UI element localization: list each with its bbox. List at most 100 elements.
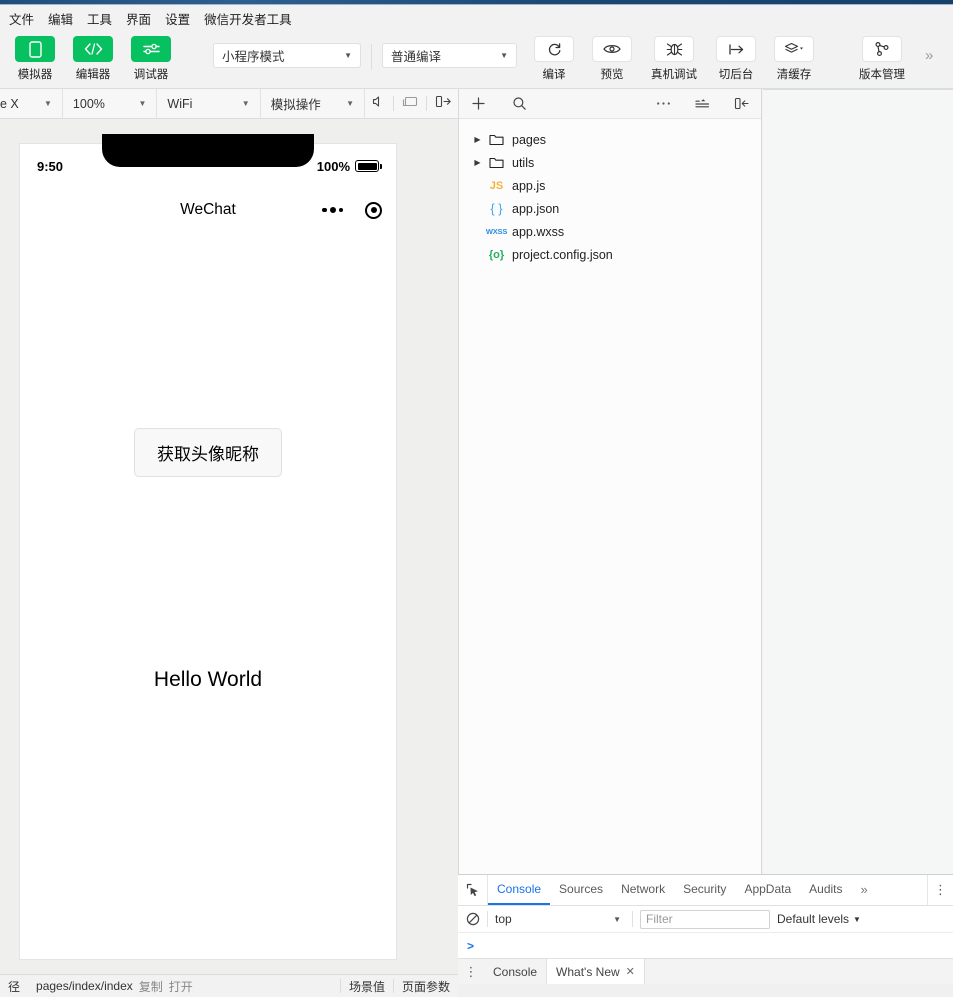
devtools-settings-kebab-icon[interactable]: ⋮ — [927, 875, 953, 905]
menu-item-interface[interactable]: 界面 — [119, 6, 158, 31]
devtools-footer — [458, 984, 953, 997]
more-menu-icon[interactable] — [322, 207, 343, 213]
bottom-status-bar: 径 pages/index/index 复制 打开 场景值 页面参数 — [0, 974, 458, 997]
code-icon — [73, 36, 113, 62]
menu-item-edit[interactable]: 编辑 — [41, 6, 80, 31]
toolbar-button-preview[interactable]: 预览 — [583, 36, 641, 82]
devtools-tab-network[interactable]: Network — [612, 875, 674, 905]
devtools-tabs-overflow-icon[interactable]: » — [852, 875, 877, 905]
file-tree-item-pages[interactable]: ▶ pages — [459, 128, 761, 151]
file-tree-item-label: utils — [512, 155, 535, 170]
drawer-tab-whats-new[interactable]: What's New ✕ — [547, 959, 645, 984]
file-tree-item-label: app.json — [512, 201, 560, 216]
page-params-button[interactable]: 页面参数 — [394, 978, 458, 995]
device-select[interactable]: e X ▼ — [0, 89, 63, 118]
network-select[interactable]: WiFi ▼ — [157, 89, 261, 118]
drawer-tab-console[interactable]: Console — [484, 959, 548, 984]
toolbar-button-version-control[interactable]: 版本管理 — [849, 36, 915, 82]
devtools-tab-security[interactable]: Security — [674, 875, 735, 905]
file-tree-panel: ▶ pages ▶ utils ▶ JS app.js ▶ { } — [458, 89, 762, 874]
editor-pane[interactable] — [763, 89, 953, 997]
file-tree-item-app-json[interactable]: ▶ { } app.json — [459, 197, 761, 220]
collapse-all-icon[interactable] — [695, 98, 710, 110]
toolbar-button-simulator[interactable]: 模拟器 — [6, 36, 64, 82]
devtools-panel: Console Sources Network Security AppData… — [458, 874, 953, 997]
collapse-panel-icon[interactable] — [435, 95, 451, 113]
phone-icon — [15, 36, 55, 62]
chevron-right-icon[interactable]: ▶ — [471, 135, 484, 144]
zoom-select[interactable]: 100% ▼ — [63, 89, 158, 118]
toolbar-divider — [371, 44, 372, 70]
console-filter-input[interactable]: Filter — [640, 909, 770, 929]
add-icon[interactable] — [471, 96, 486, 111]
toolbar-button-real-device-debug[interactable]: 真机调试 — [641, 36, 707, 82]
inspect-element-icon[interactable] — [458, 875, 488, 905]
drawer-kebab-icon[interactable]: ⋮ — [458, 959, 484, 984]
devtools-drawer-tabs: ⋮ Console What's New ✕ — [458, 958, 953, 984]
screen-icon[interactable] — [402, 95, 418, 113]
file-tree-list: ▶ pages ▶ utils ▶ JS app.js ▶ { } — [459, 119, 761, 266]
clear-console-icon[interactable] — [466, 912, 480, 926]
background-icon — [716, 36, 756, 62]
drawer-tab-label: What's New — [556, 964, 620, 979]
devtools-tab-appdata[interactable]: AppData — [735, 875, 800, 905]
phone-status-bar: 9:50 100% — [20, 134, 396, 188]
eye-icon — [592, 36, 632, 62]
file-tree-item-app-js[interactable]: ▶ JS app.js — [459, 174, 761, 197]
devtools-tab-console[interactable]: Console — [488, 875, 551, 905]
file-tree-item-project-config[interactable]: ▶ {o} project.config.json — [459, 243, 761, 266]
console-levels-value: Default levels — [777, 912, 850, 926]
scene-value-button[interactable]: 场景值 — [341, 978, 393, 995]
devtools-tab-bar: Console Sources Network Security AppData… — [458, 875, 953, 906]
menu-item-tools[interactable]: 工具 — [80, 6, 119, 31]
file-tree-item-label: project.config.json — [512, 247, 613, 262]
more-icon[interactable] — [656, 101, 671, 106]
toolbar-label-background: 切后台 — [718, 69, 754, 81]
icon-divider — [392, 96, 394, 111]
config-file-icon: {o} — [488, 248, 505, 261]
toolbar-button-compile[interactable]: 编译 — [525, 36, 583, 82]
menu-item-about[interactable]: 微信开发者工具 — [197, 6, 299, 31]
devtools-tab-audits[interactable]: Audits — [800, 875, 851, 905]
chevron-down-icon: ▼ — [241, 99, 250, 108]
toolbar-overflow-icon[interactable]: » — [925, 47, 933, 64]
compile-select[interactable]: 普通编译 ▼ — [382, 43, 517, 68]
hello-world-text: Hello World — [153, 668, 263, 691]
close-capsule-icon[interactable] — [365, 201, 382, 219]
close-icon[interactable]: ✕ — [626, 965, 635, 978]
menu-item-settings[interactable]: 设置 — [158, 6, 197, 31]
console-levels-select[interactable]: Default levels ▼ — [777, 912, 861, 926]
console-output[interactable]: > — [458, 933, 953, 958]
chevron-down-icon: ▼ — [344, 51, 352, 60]
chevron-right-icon[interactable]: ▶ — [471, 158, 484, 167]
status-path-value: pages/index/index — [36, 979, 133, 993]
devtools-tab-sources[interactable]: Sources — [550, 875, 612, 905]
console-context-select[interactable]: top ▼ — [495, 912, 625, 926]
toolbar-label-editor: 编辑器 — [75, 69, 111, 81]
wechat-capsule — [322, 201, 382, 219]
toolbar-button-background[interactable]: 切后台 — [707, 36, 765, 82]
file-tree-item-app-wxss[interactable]: ▶ WXSS app.wxss — [459, 220, 761, 243]
console-toolbar: top ▼ Filter Default levels ▼ — [458, 906, 953, 933]
toolbar-button-editor[interactable]: 编辑器 — [64, 36, 122, 82]
file-tree-item-label: app.js — [512, 178, 546, 193]
js-file-icon: JS — [489, 179, 504, 192]
device-select-value: e X — [0, 96, 19, 111]
toolbar-button-debugger[interactable]: 调试器 — [122, 36, 180, 82]
hide-panel-icon[interactable] — [734, 97, 749, 110]
compile-select-value: 普通编译 — [391, 50, 442, 64]
toolbar-button-clear-cache[interactable]: 清缓存 — [765, 36, 823, 82]
menu-item-file[interactable]: 文件 — [2, 6, 41, 31]
drawer-tab-spacer — [645, 959, 953, 984]
search-icon[interactable] — [512, 96, 527, 111]
file-tree-item-utils[interactable]: ▶ utils — [459, 151, 761, 174]
mode-select[interactable]: 小程序模式 ▼ — [213, 43, 361, 68]
copy-path-button[interactable]: 复制 — [139, 978, 163, 995]
chevron-down-icon: ▼ — [346, 99, 354, 108]
phone-notch — [102, 134, 314, 167]
open-path-button[interactable]: 打开 — [169, 978, 193, 995]
mock-actions-select[interactable]: 模拟操作 ▼ — [261, 89, 365, 118]
speaker-icon[interactable] — [372, 95, 385, 113]
battery-icon — [355, 160, 382, 172]
get-avatar-nickname-button[interactable]: 获取头像昵称 — [134, 428, 282, 477]
